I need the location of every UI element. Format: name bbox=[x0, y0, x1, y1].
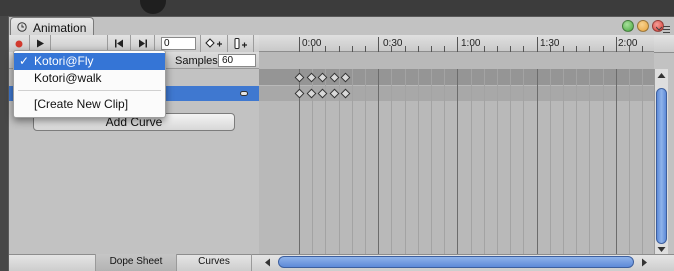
samples-input[interactable]: 60 bbox=[218, 54, 256, 67]
add-keyframe-icon bbox=[205, 38, 222, 48]
ruler-label: 2:00 bbox=[618, 38, 638, 49]
add-keyframe-button[interactable] bbox=[200, 35, 228, 52]
ruler-label: 1:00 bbox=[461, 38, 481, 49]
tab-animation[interactable]: Animation bbox=[10, 17, 94, 36]
tab-label: Animation bbox=[33, 21, 87, 35]
scroll-down-icon[interactable] bbox=[657, 246, 666, 253]
ruler-label: 0:00 bbox=[302, 38, 322, 49]
add-event-icon bbox=[234, 37, 247, 49]
prev-keyframe-icon bbox=[115, 39, 123, 48]
tab-dope-sheet[interactable]: Dope Sheet bbox=[95, 254, 176, 271]
menu-separator bbox=[18, 90, 161, 91]
property-toggle[interactable] bbox=[240, 91, 248, 96]
play-icon bbox=[36, 39, 44, 48]
create-new-clip-option[interactable]: [Create New Clip] bbox=[14, 96, 165, 113]
tab-curves[interactable]: Curves bbox=[176, 254, 252, 271]
clip-option-kotori-walk[interactable]: Kotori@walk bbox=[14, 70, 165, 87]
next-keyframe-icon bbox=[138, 39, 147, 48]
clock-icon bbox=[17, 22, 27, 32]
clip-dropdown-menu: ✓ Kotori@Fly Kotori@walk [Create New Cli… bbox=[13, 50, 166, 118]
zoom-button[interactable] bbox=[637, 20, 649, 32]
minimize-button[interactable] bbox=[622, 20, 634, 32]
record-icon bbox=[15, 40, 23, 47]
window-menu-icon[interactable] bbox=[656, 25, 670, 34]
background-strip bbox=[0, 0, 674, 16]
frame-input[interactable]: 0 bbox=[161, 37, 196, 50]
clip-option-label: Kotori@Fly bbox=[34, 54, 94, 68]
samples-label: Samples bbox=[175, 55, 218, 67]
timeline-grid bbox=[299, 69, 643, 254]
scroll-up-icon[interactable] bbox=[657, 72, 666, 79]
checkmark-icon: ✓ bbox=[19, 54, 30, 68]
clip-option-label: Kotori@walk bbox=[34, 71, 102, 85]
clip-option-kotori-fly[interactable]: ✓ Kotori@Fly bbox=[14, 53, 165, 70]
horizontal-scrollbar-thumb[interactable] bbox=[278, 256, 634, 268]
add-event-button[interactable] bbox=[228, 35, 254, 52]
ruler-label: 1:30 bbox=[540, 38, 560, 49]
vertical-scrollbar-thumb[interactable] bbox=[656, 88, 667, 244]
scroll-left-icon[interactable] bbox=[264, 258, 271, 267]
clip-option-label: [Create New Clip] bbox=[34, 97, 129, 111]
ruler-label: 0:30 bbox=[383, 38, 403, 49]
scroll-right-icon[interactable] bbox=[641, 258, 648, 267]
